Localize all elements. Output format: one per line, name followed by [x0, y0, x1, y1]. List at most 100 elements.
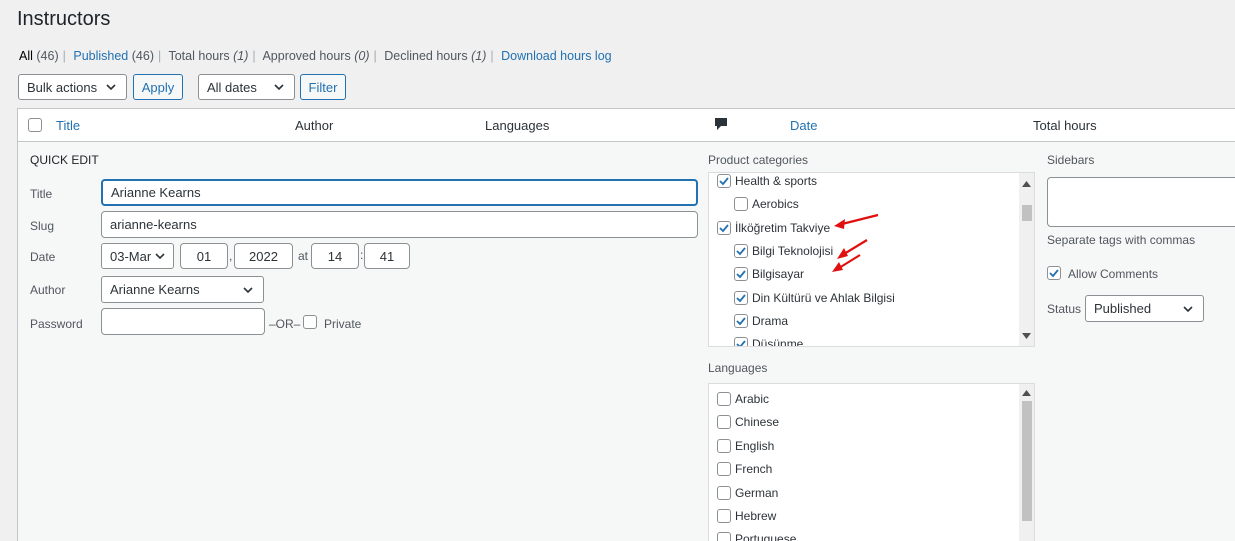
- category-item[interactable]: Health & sports: [717, 174, 817, 188]
- date-filter-select[interactable]: All dates: [198, 74, 295, 100]
- category-label: İlköğretim Takviye: [735, 220, 831, 235]
- password-input[interactable]: [101, 308, 265, 335]
- language-checkbox[interactable]: [717, 462, 731, 477]
- category-item[interactable]: Bilgi Teknolojisi: [734, 243, 833, 258]
- author-select[interactable]: Arianne Kearns: [101, 276, 264, 303]
- category-item[interactable]: İlköğretim Takviye: [717, 220, 831, 235]
- allow-comments-checkbox[interactable]: [1047, 266, 1061, 280]
- category-checkbox[interactable]: [717, 174, 731, 188]
- category-checkbox[interactable]: [717, 220, 731, 235]
- language-item[interactable]: German: [717, 485, 778, 500]
- allow-comments-label: Allow Comments: [1068, 267, 1159, 281]
- category-item[interactable]: Bilgisayar: [734, 267, 805, 282]
- checkmark-icon: [719, 177, 729, 186]
- language-label: French: [735, 462, 773, 477]
- language-item[interactable]: French: [717, 462, 773, 477]
- scrollbar-thumb[interactable]: [1022, 401, 1032, 521]
- chevron-down-icon: [106, 84, 116, 91]
- slug-label: Slug: [30, 219, 55, 233]
- year-input[interactable]: 2022: [234, 243, 293, 269]
- languages-list: Arabic Chinese English French German Hebrew Po…: [708, 383, 1035, 541]
- tags-hint: Separate tags with commas: [1047, 233, 1196, 247]
- date-label: Date: [30, 250, 56, 264]
- column-date[interactable]: Date: [790, 118, 817, 133]
- chevron-down-icon: [274, 84, 284, 91]
- title-label: Title: [30, 187, 53, 201]
- category-label: Din Kültürü ve Ahlak Bilgisi: [752, 290, 895, 305]
- language-checkbox[interactable]: [717, 485, 731, 500]
- filter-button[interactable]: Filter: [300, 74, 346, 100]
- category-checkbox[interactable]: [734, 290, 748, 305]
- bulk-actions-select[interactable]: Bulk actions: [18, 74, 127, 100]
- filter-all[interactable]: All (46): [19, 49, 59, 63]
- column-languages: Languages: [485, 118, 550, 133]
- category-label: Health & sports: [735, 174, 818, 188]
- checkmark-icon: [736, 293, 746, 302]
- language-checkbox[interactable]: [717, 509, 731, 523]
- annotation-arrows: [832, 213, 879, 272]
- language-label: Chinese: [735, 415, 780, 430]
- title-input[interactable]: Arianne Kearns: [101, 179, 698, 206]
- languages-scrollbar[interactable]: [1019, 384, 1034, 541]
- category-item[interactable]: Drama: [734, 313, 788, 328]
- category-label: Düşünme: [752, 337, 804, 347]
- comment-icon: [715, 118, 727, 130]
- at-label: at: [298, 249, 309, 263]
- scroll-up-icon[interactable]: [1022, 181, 1031, 187]
- select-all-checkbox[interactable]: [28, 118, 42, 132]
- minute-input[interactable]: 41: [364, 243, 410, 269]
- page-title: Instructors: [17, 8, 111, 30]
- language-item[interactable]: English: [717, 438, 774, 453]
- status-select[interactable]: Published: [1085, 295, 1204, 322]
- checkmark-icon: [736, 340, 746, 346]
- category-checkbox[interactable]: [734, 197, 748, 212]
- language-label: Arabic: [735, 392, 770, 406]
- download-hours-log-link[interactable]: Download hours log: [501, 49, 612, 63]
- hour-input[interactable]: 14: [311, 243, 359, 269]
- scrollbar-thumb[interactable]: [1022, 205, 1032, 221]
- language-checkbox[interactable]: [717, 532, 731, 541]
- checkmark-icon: [736, 270, 746, 279]
- language-item[interactable]: Hebrew: [717, 509, 776, 523]
- filter-total-hours[interactable]: Total hours (1): [168, 49, 248, 63]
- chevron-down-icon: [155, 253, 165, 260]
- quick-edit-heading: QUICK EDIT: [30, 153, 99, 167]
- language-checkbox[interactable]: [717, 415, 731, 430]
- language-item[interactable]: Arabic: [717, 392, 769, 406]
- month-select[interactable]: 03-Mar: [101, 243, 174, 269]
- category-item[interactable]: Düşünme: [734, 337, 804, 347]
- language-item[interactable]: Chinese: [717, 415, 780, 430]
- scroll-up-icon[interactable]: [1022, 390, 1031, 396]
- category-item[interactable]: Aerobics: [734, 197, 799, 212]
- category-label: Aerobics: [752, 197, 799, 212]
- sidebars-textarea[interactable]: [1047, 177, 1235, 227]
- sidebars-label: Sidebars: [1047, 153, 1095, 167]
- category-item[interactable]: Din Kültürü ve Ahlak Bilgisi: [734, 290, 895, 305]
- column-title[interactable]: Title: [56, 118, 80, 133]
- password-label: Password: [30, 317, 83, 331]
- status-filter-links: All (46) | Published (46) | Total hours (1…: [19, 49, 612, 63]
- category-checkbox[interactable]: [734, 313, 748, 328]
- filter-published[interactable]: Published (46): [73, 49, 154, 63]
- category-label: Bilgisayar: [752, 267, 805, 282]
- language-label: Portuguese: [735, 532, 797, 541]
- language-checkbox[interactable]: [717, 438, 731, 453]
- language-item[interactable]: Portuguese: [717, 532, 796, 541]
- private-label: Private: [324, 317, 362, 331]
- product-categories-label: Product categories: [708, 153, 809, 167]
- checkmark-icon: [719, 224, 729, 232]
- apply-button[interactable]: Apply: [133, 74, 183, 100]
- language-checkbox[interactable]: [717, 392, 731, 406]
- category-checkbox[interactable]: [734, 337, 748, 346]
- category-checkbox[interactable]: [734, 267, 748, 282]
- chevron-down-icon: [1183, 305, 1193, 312]
- slug-input[interactable]: arianne-kearns: [101, 211, 698, 238]
- scroll-down-icon[interactable]: [1022, 333, 1031, 339]
- categories-scrollbar[interactable]: [1019, 173, 1034, 346]
- filter-approved-hours[interactable]: Approved hours (0): [262, 49, 369, 63]
- filter-declined-hours[interactable]: Declined hours (1): [384, 49, 486, 63]
- day-input[interactable]: 01: [180, 243, 228, 269]
- languages-label: Languages: [708, 361, 768, 375]
- private-checkbox[interactable]: [303, 315, 317, 329]
- category-checkbox[interactable]: [734, 243, 748, 258]
